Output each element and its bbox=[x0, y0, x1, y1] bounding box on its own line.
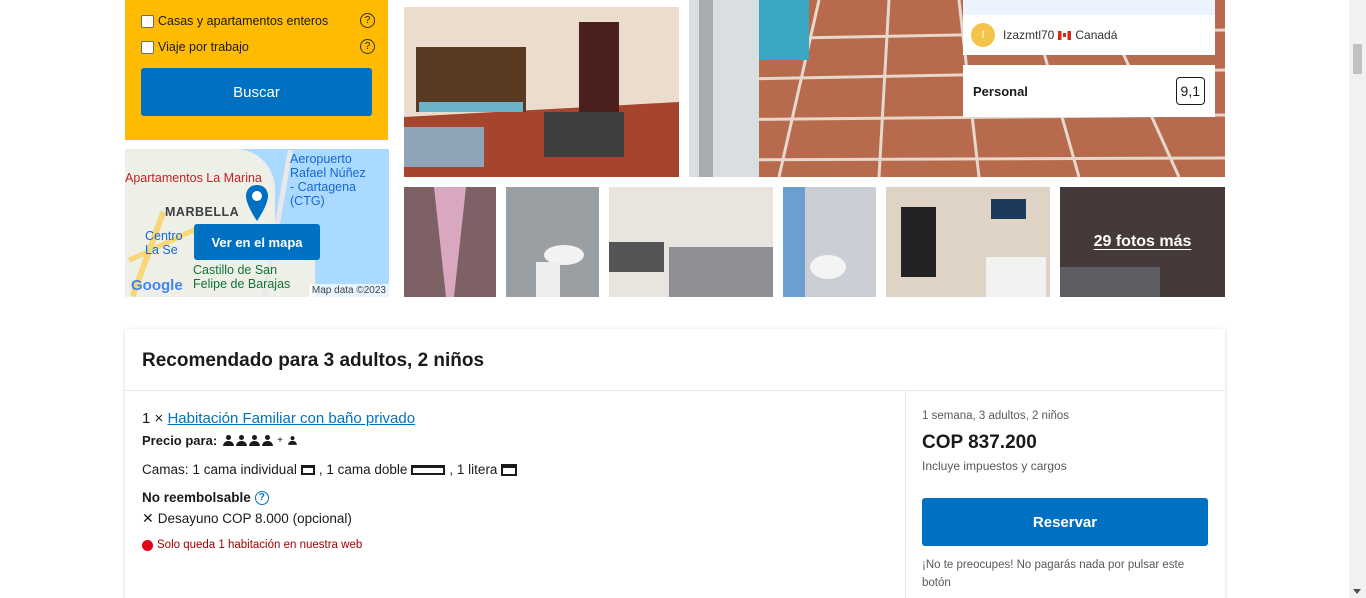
cutlery-icon: ✕ bbox=[142, 510, 154, 526]
reviewer-info: I Izazmtl70 Canadá bbox=[971, 23, 1117, 47]
more-photos-label: 29 fotos más bbox=[1093, 233, 1192, 250]
thumb-toilet-image bbox=[783, 187, 876, 297]
thumb-double-bed[interactable] bbox=[609, 187, 773, 297]
stay-summary: 1 semana, 3 adultos, 2 niños bbox=[922, 410, 1070, 422]
breakfast-option: ✕ Desayuno COP 8.000 (opcional) bbox=[142, 510, 352, 527]
map-label-airport: Aeropuerto Rafael Núñez - Cartagena (CTG… bbox=[290, 152, 366, 208]
google-logo: Google bbox=[131, 277, 183, 294]
adult-icon bbox=[249, 435, 261, 446]
review-card[interactable]: I Izazmtl70 Canadá bbox=[963, 0, 1215, 55]
help-icon[interactable]: ? bbox=[360, 39, 375, 54]
scrollbar[interactable] bbox=[1349, 0, 1366, 598]
thumb-toilet[interactable] bbox=[783, 187, 876, 297]
bed-double-text: 1 cama doble bbox=[326, 462, 408, 477]
help-icon[interactable]: ? bbox=[360, 13, 375, 28]
thumb-room-tv-image bbox=[886, 187, 1050, 297]
total-price: COP 837.200 bbox=[922, 432, 1037, 453]
checkbox-entire-homes[interactable] bbox=[141, 14, 154, 28]
filter-business-trip[interactable]: Viaje por trabajo ? bbox=[141, 37, 375, 57]
thumb-more-photos[interactable]: 29 fotos más bbox=[1060, 187, 1225, 297]
adult-icon bbox=[236, 435, 248, 446]
filter-entire-homes[interactable]: Casas y apartamentos enteros ? bbox=[141, 11, 375, 31]
staff-score-card: Personal 9,1 bbox=[963, 65, 1215, 117]
map-pin-icon bbox=[246, 185, 268, 221]
child-icon bbox=[288, 436, 297, 445]
checkbox-business-trip[interactable] bbox=[141, 40, 154, 54]
beds-label: Camas: bbox=[142, 462, 189, 477]
single-bed-icon bbox=[300, 464, 315, 475]
info-icon[interactable]: ? bbox=[254, 490, 269, 505]
search-button[interactable]: Buscar bbox=[141, 68, 372, 116]
thumb-double-bed-image bbox=[609, 187, 773, 297]
photo-bedroom-image bbox=[404, 7, 679, 177]
thumb-bathroom-image bbox=[506, 187, 599, 297]
adult-icon bbox=[262, 435, 274, 446]
canada-flag-icon bbox=[1058, 30, 1072, 40]
map-preview[interactable]: Aeropuerto Rafael Núñez - Cartagena (CTG… bbox=[125, 149, 389, 297]
reviewer-name: Izazmtl70 bbox=[1003, 28, 1055, 42]
room-line: 1 × Habitación Familiar con baño privado bbox=[142, 410, 415, 427]
filter-entire-homes-label: Casas y apartamentos enteros bbox=[158, 14, 329, 28]
scarcity-notice: Solo queda 1 habitación en nuestra web bbox=[142, 539, 362, 551]
bed-single-text: 1 cama individual bbox=[192, 462, 297, 477]
thumb-hallway-image bbox=[404, 187, 496, 297]
adult-icon bbox=[223, 435, 235, 446]
search-box: Casas y apartamentos enteros ? Viaje por… bbox=[125, 0, 388, 140]
reserve-button[interactable]: Reservar bbox=[922, 498, 1208, 546]
non-refundable: No reembolsable ? bbox=[142, 490, 269, 505]
scarcity-text: Solo queda 1 habitación en nuestra web bbox=[157, 539, 363, 551]
room-quantity: 1 × bbox=[142, 410, 164, 427]
view-on-map-button[interactable]: Ver en el mapa bbox=[194, 224, 320, 260]
more-photos-overlay[interactable]: 29 fotos más bbox=[1060, 187, 1225, 297]
bunk-bed-icon bbox=[501, 463, 518, 476]
price-for: Precio para: + bbox=[142, 433, 298, 448]
property-page: Casas y apartamentos enteros ? Viaje por… bbox=[0, 0, 1366, 598]
beds-info: Camas: 1 cama individual , 1 cama doble … bbox=[142, 462, 521, 477]
reserve-note: ¡No te preocupes! No pagarás nada por pu… bbox=[922, 559, 1185, 589]
scrollbar-thumb[interactable] bbox=[1353, 44, 1362, 74]
non-refundable-label: No reembolsable bbox=[142, 490, 251, 505]
review-header bbox=[963, 0, 1215, 15]
alert-dot-icon bbox=[142, 539, 153, 551]
scroll-down-arrow-icon[interactable] bbox=[1353, 589, 1361, 594]
staff-score-badge: 9,1 bbox=[1175, 77, 1205, 105]
divider bbox=[125, 390, 1225, 391]
recommendation-title: Recomendado para 3 adultos, 2 niños bbox=[142, 350, 485, 371]
reviewer-country: Canadá bbox=[1075, 28, 1118, 42]
map-label-property: Apartamentos La Marina bbox=[125, 171, 262, 185]
thumb-room-tv[interactable] bbox=[886, 187, 1050, 297]
double-bed-icon bbox=[411, 464, 446, 475]
breakfast-label: Desayuno COP 8.000 (opcional) bbox=[157, 511, 352, 526]
filter-business-trip-label: Viaje por trabajo bbox=[158, 40, 249, 54]
divider bbox=[905, 390, 906, 598]
map-label-centro: Centro La Se bbox=[145, 229, 183, 257]
plus-sign: + bbox=[277, 435, 283, 446]
room-name-link[interactable]: Habitación Familiar con baño privado bbox=[167, 410, 415, 427]
staff-score-label: Personal bbox=[973, 83, 1028, 99]
thumb-bathroom[interactable] bbox=[506, 187, 599, 297]
map-label-district: MARBELLA bbox=[165, 205, 240, 219]
recommendation-block: Recomendado para 3 adultos, 2 niños 1 × … bbox=[125, 329, 1225, 598]
photo-bedroom[interactable] bbox=[404, 7, 679, 177]
map-attribution: Map data ©2023 bbox=[308, 284, 389, 297]
bed-bunk-text: 1 litera bbox=[456, 462, 498, 477]
map-label-castle: Castillo de San Felipe de Barajas bbox=[193, 263, 291, 291]
avatar: I bbox=[971, 23, 995, 47]
tax-note: Incluye impuestos y cargos bbox=[922, 459, 1067, 473]
thumb-hallway[interactable] bbox=[404, 187, 496, 297]
price-for-label: Precio para: bbox=[142, 433, 218, 448]
